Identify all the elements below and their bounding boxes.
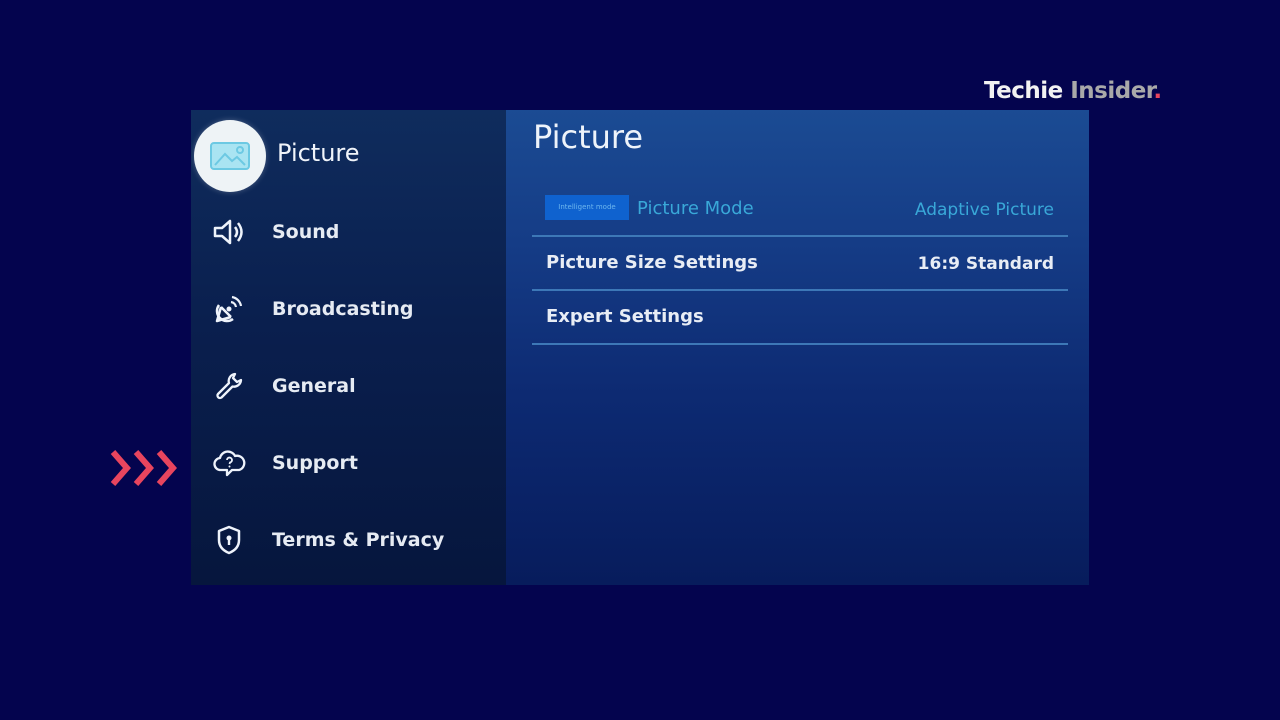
row-label: Expert Settings [546, 306, 704, 327]
cloud-question-icon [207, 441, 251, 485]
sidebar-item-support[interactable]: Support [191, 433, 506, 493]
tv-settings-panel: Picture Sound Broadcasting General Suppo… [191, 110, 1089, 585]
sidebar-item-picture[interactable]: Picture [191, 110, 506, 200]
sidebar-item-broadcasting[interactable]: Broadcasting [191, 279, 506, 339]
row-label: Picture Size Settings [546, 252, 758, 273]
wrench-icon [207, 364, 251, 408]
row-value: Adaptive Picture [914, 200, 1054, 220]
sidebar-item-general[interactable]: General [191, 356, 506, 416]
picture-size-settings-row[interactable]: Picture Size Settings 16:9 Standard [532, 237, 1068, 291]
watermark-logo: Techie Insider. [984, 78, 1162, 104]
speaker-icon [207, 210, 251, 254]
satellite-icon [207, 287, 251, 331]
sidebar-item-label: General [272, 375, 356, 397]
sidebar-item-label: Terms & Privacy [272, 529, 445, 551]
page-title: Picture [533, 118, 644, 156]
logo-part-techie: Techie [984, 78, 1063, 104]
expert-settings-row[interactable]: Expert Settings [532, 291, 1068, 345]
sidebar-item-label: Sound [272, 221, 340, 243]
sidebar-item-sound[interactable]: Sound [191, 202, 506, 262]
triple-chevron-right-icon [110, 450, 177, 486]
picture-icon [194, 120, 266, 192]
logo-part-insider: Insider [1062, 78, 1154, 104]
sidebar-item-label: Broadcasting [272, 298, 414, 320]
sidebar-item-terms-privacy[interactable]: Terms & Privacy [191, 510, 506, 570]
shield-icon [207, 518, 251, 562]
logo-dot: . [1153, 78, 1162, 104]
picture-mode-badge: Intelligent mode [545, 195, 629, 220]
picture-mode-row[interactable]: Intelligent mode Picture Mode Adaptive P… [532, 183, 1068, 237]
row-value: 16:9 Standard [917, 254, 1054, 274]
settings-sidebar: Picture Sound Broadcasting General Suppo… [191, 110, 506, 585]
sidebar-item-label: Picture [277, 139, 360, 167]
screen: Techie Insider. Picture Sound Broadcasti… [0, 0, 1280, 720]
sidebar-item-label: Support [272, 452, 358, 474]
row-label: Picture Mode [637, 198, 754, 219]
